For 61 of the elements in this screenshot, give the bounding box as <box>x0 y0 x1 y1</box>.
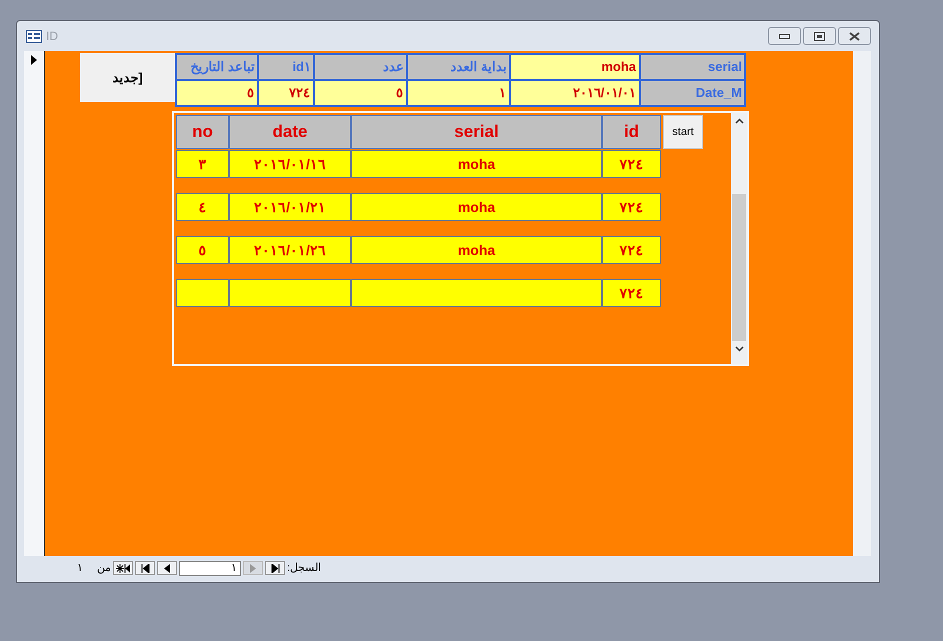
minimize-button[interactable] <box>768 27 801 45</box>
column-header: serial <box>351 115 602 149</box>
form-icon <box>26 30 42 42</box>
record-total: ١ <box>77 560 83 576</box>
table-cell[interactable]: moha <box>351 193 602 221</box>
record-selector[interactable] <box>24 51 45 556</box>
field-label: عدد <box>315 55 406 79</box>
table-cell[interactable]: ٧٢٤ <box>602 150 661 178</box>
last-record-icon <box>270 564 280 572</box>
field-label: Date_M <box>641 81 744 105</box>
table-cell[interactable]: ٣ <box>176 150 229 178</box>
field-value[interactable]: ٥ <box>315 81 406 105</box>
first-record-icon <box>140 564 150 572</box>
window-title: ID <box>46 28 58 45</box>
vertical-scrollbar[interactable] <box>731 113 747 364</box>
table-cell[interactable]: ٢٠١٦/٠١/٢٦ <box>229 236 351 264</box>
table-cell[interactable]: ٧٢٤ <box>602 236 661 264</box>
new-button[interactable]: جديد] <box>80 53 175 102</box>
table-cell[interactable] <box>229 279 351 307</box>
current-record-icon <box>31 55 37 65</box>
scroll-up-icon <box>734 118 744 124</box>
field-value[interactable]: ٢٠١٦/٠١/٠١ <box>511 81 639 105</box>
close-button[interactable] <box>838 27 871 45</box>
table-cell[interactable]: ٢٠١٦/٠١/٢١ <box>229 193 351 221</box>
scroll-down-icon <box>734 346 744 352</box>
table-cell[interactable]: moha <box>351 150 602 178</box>
last-record-button[interactable] <box>265 561 285 575</box>
new-record-button[interactable] <box>113 561 133 575</box>
field-label: serial <box>641 55 744 79</box>
table-cell[interactable]: moha <box>351 236 602 264</box>
scroll-thumb[interactable] <box>732 194 746 341</box>
column-header: no <box>176 115 229 149</box>
column-header: id <box>602 115 661 149</box>
previous-record-icon <box>164 564 170 572</box>
new-record-icon <box>116 564 130 572</box>
record-label: السجل: <box>287 560 322 576</box>
previous-record-button[interactable] <box>157 561 177 575</box>
next-record-icon <box>250 564 256 572</box>
restore-icon <box>814 32 825 40</box>
of-label: من <box>97 560 111 576</box>
table-cell[interactable]: ٤ <box>176 193 229 221</box>
table-cell[interactable]: ٧٢٤ <box>602 279 661 307</box>
record-number-field[interactable]: ١ <box>179 560 241 576</box>
field-label: بداية العدد <box>408 55 509 79</box>
table-cell[interactable]: ٢٠١٦/٠١/١٦ <box>229 150 351 178</box>
table-cell[interactable]: ٥ <box>176 236 229 264</box>
field-label: id١ <box>259 55 313 79</box>
minimize-icon <box>779 34 790 38</box>
start-button[interactable]: start <box>663 115 703 149</box>
table-cell[interactable]: ٧٢٤ <box>602 193 661 221</box>
column-header: date <box>229 115 351 149</box>
close-icon <box>849 32 860 40</box>
table-cell[interactable] <box>351 279 602 307</box>
restore-button[interactable] <box>803 27 836 45</box>
field-value[interactable]: ١ <box>408 81 509 105</box>
field-value[interactable]: ٧٢٤ <box>259 81 313 105</box>
field-value[interactable]: ٥ <box>177 81 257 105</box>
first-record-button[interactable] <box>135 561 155 575</box>
field-label: تباعد التاريخ <box>177 55 257 79</box>
table-cell[interactable] <box>176 279 229 307</box>
field-value[interactable]: moha <box>511 55 639 79</box>
